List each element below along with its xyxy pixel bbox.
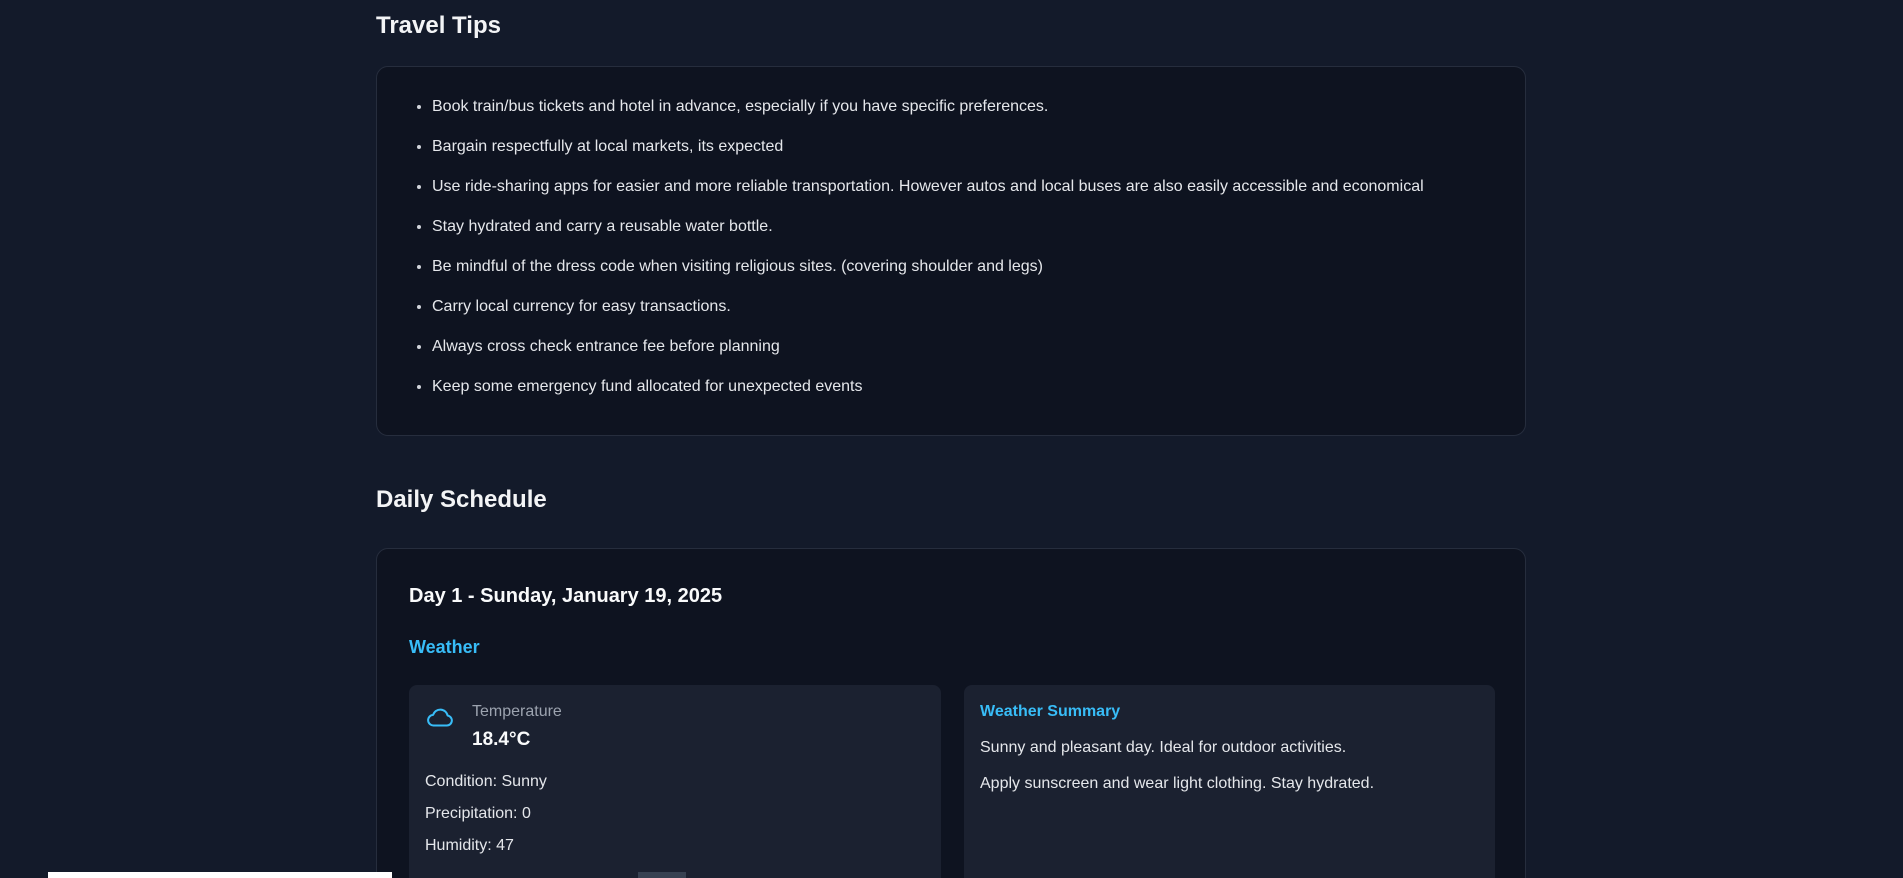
tip-item: Use ride-sharing apps for easier and mor… xyxy=(432,177,1525,197)
tip-item: Be mindful of the dress code when visiti… xyxy=(432,257,1525,277)
temperature-panel: Temperature 18.4°C Condition: Sunny Prec… xyxy=(409,685,941,878)
daily-schedule-title: Daily Schedule xyxy=(376,486,547,513)
precipitation-text: Precipitation: 0 xyxy=(425,805,531,822)
page: Travel Tips Book train/bus tickets and h… xyxy=(0,0,1903,878)
travel-tips-title: Travel Tips xyxy=(376,12,501,39)
travel-tips-list: Book train/bus tickets and hotel in adva… xyxy=(377,67,1525,397)
cloud-icon xyxy=(425,703,455,733)
tip-item: Book train/bus tickets and hotel in adva… xyxy=(432,97,1525,117)
condition-text: Condition: Sunny xyxy=(425,773,547,790)
travel-tips-card: Book train/bus tickets and hotel in adva… xyxy=(376,66,1526,436)
weather-summary-line: Sunny and pleasant day. Ideal for outdoo… xyxy=(980,739,1347,756)
tip-item: Keep some emergency fund allocated for u… xyxy=(432,377,1525,397)
weather-summary-panel: Weather Summary Sunny and pleasant day. … xyxy=(964,685,1495,878)
day-title: Day 1 - Sunday, January 19, 2025 xyxy=(409,585,723,607)
bottom-scroll-indicator xyxy=(638,872,686,878)
weather-summary-title: Weather Summary xyxy=(980,703,1121,720)
tip-item: Always cross check entrance fee before p… xyxy=(432,337,1525,357)
tip-item: Carry local currency for easy transactio… xyxy=(432,297,1525,317)
weather-heading: Weather xyxy=(409,637,480,657)
tip-item: Bargain respectfully at local markets, i… xyxy=(432,137,1525,157)
day-card: Day 1 - Sunday, January 19, 2025 Weather… xyxy=(376,548,1526,878)
temperature-value: 18.4°C xyxy=(472,729,531,750)
temperature-label: Temperature xyxy=(472,703,562,720)
bottom-overlay-bar xyxy=(48,872,392,878)
weather-summary-line: Apply sunscreen and wear light clothing.… xyxy=(980,775,1375,792)
tip-item: Stay hydrated and carry a reusable water… xyxy=(432,217,1525,237)
humidity-text: Humidity: 47 xyxy=(425,837,514,854)
